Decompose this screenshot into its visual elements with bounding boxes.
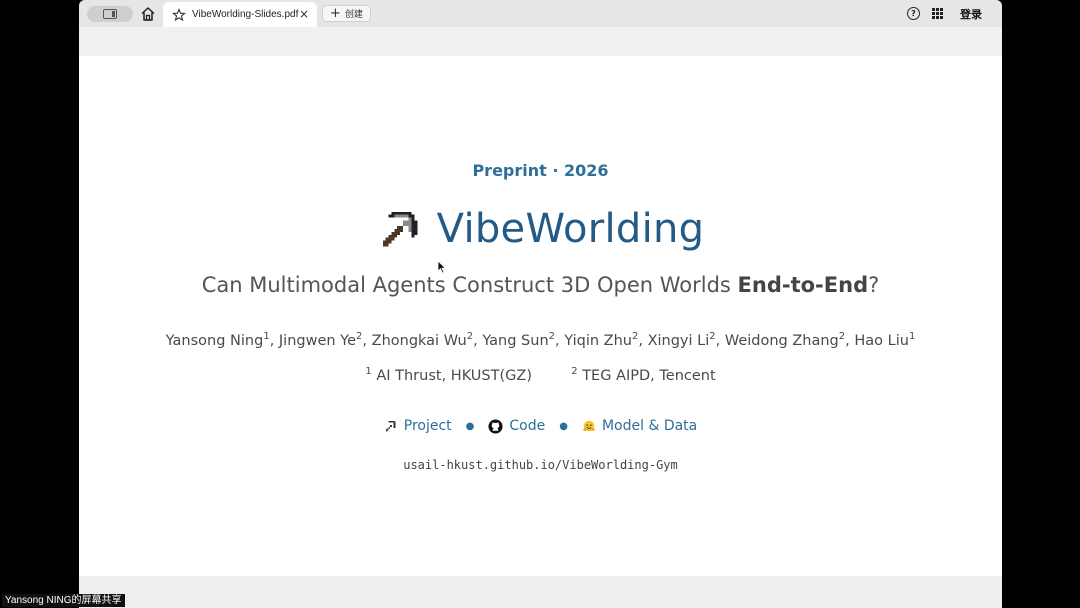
links-row: Project ● Code ● Model & Data <box>79 418 1002 434</box>
subtitle-end: ? <box>868 273 880 297</box>
github-icon <box>488 418 503 434</box>
author: Jingwen Ye2 <box>278 331 363 349</box>
hugging-face-icon <box>583 420 595 432</box>
project-link[interactable]: Project <box>384 418 452 434</box>
help-icon[interactable]: ? <box>907 7 920 20</box>
pickaxe-icon <box>382 211 417 247</box>
new-tab-button[interactable]: + 创建 <box>322 5 371 22</box>
pickaxe-icon <box>385 420 396 432</box>
author: Yiqin Zhu2 <box>564 331 639 349</box>
affiliations: 1 AI Thrust, HKUST(GZ) 2 TEG AIPD, Tence… <box>79 366 1002 384</box>
tab-pdf[interactable]: VibeWorlding-Slides.pdf × <box>163 2 317 27</box>
author: Zhongkai Wu2 <box>371 331 474 349</box>
browser-window: VibeWorlding-Slides.pdf × + 创建 ? 登录 Prep… <box>79 0 1002 608</box>
title-row: VibeWorlding <box>79 206 1002 252</box>
tab-title: VibeWorlding-Slides.pdf <box>192 9 299 20</box>
author: Weidong Zhang2 <box>724 331 846 349</box>
slide: Preprint · 2026 VibeWorlding Can Multimo… <box>79 56 1002 576</box>
close-tab-icon[interactable]: × <box>299 7 309 21</box>
subtitle-bold: End-to-End <box>737 273 869 297</box>
new-tab-label: 创建 <box>344 10 363 20</box>
separator-dot: ● <box>559 420 568 432</box>
affiliation: 2 TEG AIPD, Tencent <box>571 366 716 384</box>
model-data-link[interactable]: Model & Data <box>582 418 697 434</box>
author: Hao Liu1 <box>854 331 916 349</box>
author-list: Yansong Ning1, Jingwen Ye2, Zhongkai Wu2… <box>165 331 916 349</box>
apps-grid-icon[interactable] <box>932 8 943 19</box>
sidebar-toggle-button[interactable] <box>87 6 133 22</box>
mouse-cursor-icon <box>437 260 447 274</box>
slide-title: VibeWorlding <box>436 206 705 252</box>
pdf-toolbar <box>79 27 1002 56</box>
sidebar-icon <box>103 9 117 19</box>
subtitle-text: Can Multimodal Agents Construct 3D Open … <box>201 273 738 297</box>
project-url[interactable]: usail-hkust.github.io/VibeWorlding-Gym <box>79 458 1002 472</box>
author: Yansong Ning1 <box>165 331 270 349</box>
affiliation: 1 AI Thrust, HKUST(GZ) <box>365 366 532 384</box>
code-link[interactable]: Code <box>488 418 545 434</box>
plus-icon: + <box>330 5 341 21</box>
viewer-bottom-area <box>79 576 1002 608</box>
author: Yang Sun2 <box>482 331 556 349</box>
screen-share-caption: Yansong NING的屏幕共享 <box>2 594 125 607</box>
tab-bar: VibeWorlding-Slides.pdf × + 创建 ? 登录 <box>79 0 1002 27</box>
star-icon[interactable] <box>172 7 186 22</box>
home-icon[interactable] <box>139 5 157 23</box>
preprint-label: Preprint · 2026 <box>472 161 609 180</box>
slide-subtitle: Can Multimodal Agents Construct 3D Open … <box>79 273 1002 297</box>
author: Xingyi Li2 <box>647 331 716 349</box>
separator-dot: ● <box>465 420 475 432</box>
login-button[interactable]: 登录 <box>960 6 982 22</box>
pdf-page: Preprint · 2026 VibeWorlding Can Multimo… <box>79 56 1002 576</box>
